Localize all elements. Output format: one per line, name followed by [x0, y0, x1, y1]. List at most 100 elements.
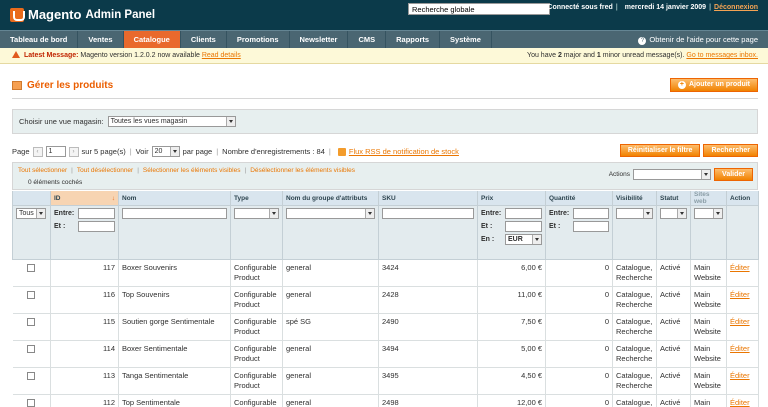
- unselect-visible-link[interactable]: Désélectionner les éléments visibles: [250, 167, 355, 174]
- column-header-0: [12, 191, 51, 206]
- nav-tab-8[interactable]: Système: [440, 31, 492, 48]
- row-checkbox[interactable]: [26, 372, 35, 380]
- column-header-5[interactable]: SKU: [378, 191, 478, 206]
- prev-page-icon[interactable]: ‹: [32, 146, 43, 157]
- nav-tab-0[interactable]: Tableau de bord: [0, 31, 79, 48]
- visibility-filter-cell: [612, 205, 657, 260]
- cell-status: Activé: [656, 340, 691, 368]
- add-product-label: Ajouter un produit: [688, 81, 750, 88]
- row-checkbox[interactable]: [26, 399, 35, 407]
- column-header-8[interactable]: Visibilité: [612, 191, 657, 206]
- price-to-input[interactable]: [505, 221, 542, 232]
- search-button[interactable]: Rechercher: [703, 144, 758, 157]
- qty-to-input[interactable]: [573, 221, 609, 232]
- column-header-3[interactable]: Type: [230, 191, 283, 206]
- logout-link[interactable]: Déconnexion: [714, 4, 758, 11]
- logged-in-user: Connecté sous fred: [547, 4, 613, 11]
- unselect-all-link[interactable]: Tout désélectionner: [77, 167, 133, 174]
- column-header-1[interactable]: ID ↓: [50, 191, 119, 206]
- currency-select[interactable]: EUR: [505, 234, 542, 245]
- row-checkbox[interactable]: [26, 291, 35, 299]
- cell-qty: 0: [545, 340, 613, 368]
- edit-link[interactable]: Éditer: [730, 317, 750, 326]
- edit-link[interactable]: Éditer: [730, 371, 750, 380]
- help-link[interactable]: ? Obtenir de l'aide pour cette page: [638, 31, 758, 48]
- cell-name: Boxer Souvenirs: [118, 259, 231, 287]
- next-page-icon[interactable]: ›: [68, 146, 79, 157]
- per-page-label: par page: [182, 147, 213, 156]
- add-product-button[interactable]: + Ajouter un produit: [669, 78, 758, 92]
- column-header-7[interactable]: Quantité: [545, 191, 613, 206]
- edit-link[interactable]: Éditer: [730, 344, 750, 353]
- column-header-4[interactable]: Nom du groupe d'attributs: [282, 191, 379, 206]
- edit-link[interactable]: Éditer: [730, 398, 750, 407]
- select-all-link[interactable]: Tout sélectionner: [18, 167, 67, 174]
- store-switcher: Choisir une vue magasin: Toutes les vues…: [12, 109, 758, 134]
- message-summary: You have 2 major and 1 minor unread mess…: [527, 48, 758, 63]
- id-from-input[interactable]: [78, 208, 115, 219]
- table-row: 114 Boxer Sentimentale Configurable Produc…: [12, 340, 759, 368]
- column-header-10[interactable]: Sites web: [690, 191, 727, 206]
- column-header-11: Action: [726, 191, 759, 206]
- cell-visibility: Catalogue, Recherche: [612, 340, 657, 368]
- type-filter-select[interactable]: [234, 208, 279, 219]
- nav-tab-7[interactable]: Rapports: [386, 31, 441, 48]
- submit-button[interactable]: Valider: [714, 168, 753, 181]
- nav-tab-1[interactable]: Ventes: [78, 31, 124, 48]
- cell-type: Configurable Product: [230, 394, 283, 407]
- row-checkbox[interactable]: [26, 318, 35, 326]
- price-from-input[interactable]: [505, 208, 542, 219]
- nav-tab-2[interactable]: Catalogue: [123, 31, 181, 48]
- id-from-label: Entre:: [54, 210, 75, 217]
- visibility-filter-select[interactable]: [616, 208, 653, 219]
- id-to-input[interactable]: [78, 221, 115, 232]
- cell-price: 7,50 €: [477, 313, 546, 341]
- currency-value: EUR: [508, 236, 523, 243]
- cell-qty: 0: [545, 286, 613, 314]
- price-from-label: Entre:: [481, 210, 502, 217]
- cell-status: Activé: [656, 286, 691, 314]
- websites-filter-select[interactable]: [694, 208, 723, 219]
- minor-count: 1: [596, 52, 601, 59]
- reset-filter-button[interactable]: Réinitialiser le filtre: [619, 144, 701, 157]
- chevron-down-icon: [713, 209, 722, 218]
- column-header-2[interactable]: Nom: [118, 191, 231, 206]
- page-count: sur 5 page(s): [81, 147, 126, 156]
- inbox-link[interactable]: Go to messages inbox.: [686, 52, 758, 59]
- cell-websites: Main Website: [690, 367, 727, 395]
- current-date: mercredi 14 janvier 2009: [624, 4, 707, 11]
- page-number-input[interactable]: 1: [45, 146, 66, 157]
- attrset-filter-select[interactable]: [286, 208, 375, 219]
- column-header-6[interactable]: Prix: [477, 191, 546, 206]
- cell-qty: 0: [545, 367, 613, 395]
- qty-from-label: Entre:: [549, 210, 570, 217]
- row-checkbox[interactable]: [26, 264, 35, 272]
- sku-filter-input[interactable]: [382, 208, 474, 219]
- nav-tab-5[interactable]: Newsletter: [290, 31, 349, 48]
- read-details-link[interactable]: Read details: [202, 52, 241, 59]
- massaction-filter-cell: Tous: [12, 205, 51, 260]
- per-page-select[interactable]: 20: [151, 146, 180, 157]
- cell-id: 117: [50, 259, 119, 287]
- edit-link[interactable]: Éditer: [730, 290, 750, 299]
- cell-qty: 0: [545, 259, 613, 287]
- column-header-9[interactable]: Statut: [656, 191, 691, 206]
- nav-tab-3[interactable]: Clients: [181, 31, 227, 48]
- status-filter-select[interactable]: [660, 208, 687, 219]
- nav-tab-4[interactable]: Promotions: [227, 31, 290, 48]
- store-view-select[interactable]: Toutes les vues magasin: [107, 116, 236, 127]
- select-visible-link[interactable]: Sélectionner les éléments visibles: [143, 167, 241, 174]
- magento-logo[interactable]: Magento Admin Panel: [10, 7, 155, 22]
- actions-select[interactable]: [633, 169, 712, 180]
- qty-from-input[interactable]: [573, 208, 609, 219]
- name-filter-input[interactable]: [122, 208, 227, 219]
- global-search-input[interactable]: [408, 3, 550, 15]
- row-checkbox[interactable]: [26, 345, 35, 353]
- massaction-filter-select[interactable]: Tous: [16, 208, 46, 219]
- nav-tab-6[interactable]: CMS: [348, 31, 387, 48]
- table-row: 115 Soutien gorge Sentimentale Configurabl…: [12, 313, 759, 341]
- chevron-down-icon: [532, 235, 541, 244]
- rss-link[interactable]: Flux RSS de notification de stock: [349, 147, 459, 156]
- edit-link[interactable]: Éditer: [730, 263, 750, 272]
- help-icon: ?: [638, 37, 647, 45]
